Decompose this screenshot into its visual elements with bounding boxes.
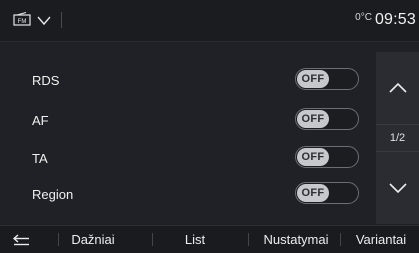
af-toggle[interactable]: OFF xyxy=(295,108,359,130)
status-area: 0°C 09:53 xyxy=(355,11,416,31)
page-indicator: 1/2 xyxy=(376,124,419,152)
back-arrow-icon xyxy=(12,233,29,245)
toggle-knob: OFF xyxy=(297,70,329,88)
chevron-down-icon[interactable] xyxy=(37,13,51,26)
setting-label: Region xyxy=(32,187,74,202)
tab-divider xyxy=(340,233,341,246)
fm-label: FM xyxy=(18,19,27,25)
toggle-knob: OFF xyxy=(297,184,329,202)
tab-variantai[interactable]: Variantai xyxy=(343,226,419,253)
tab-divider xyxy=(152,233,153,246)
setting-label: TA xyxy=(32,151,48,166)
tab-nustatymai[interactable]: Nustatymai xyxy=(252,226,340,253)
setting-row-rds[interactable]: RDS OFF xyxy=(32,68,362,94)
chevron-down-icon xyxy=(388,183,407,194)
toggle-knob: OFF xyxy=(297,148,329,166)
tab-divider xyxy=(248,233,249,246)
setting-row-ta[interactable]: TA OFF xyxy=(32,146,362,172)
setting-row-region[interactable]: Region OFF xyxy=(32,182,362,208)
scroll-up-button[interactable] xyxy=(376,52,419,124)
setting-label: RDS xyxy=(32,73,60,88)
toggle-state: OFF xyxy=(301,187,325,199)
clock: 09:53 xyxy=(374,11,416,28)
outside-temperature: 0°C xyxy=(355,12,372,23)
scroll-column: 1/2 xyxy=(376,52,419,224)
fm-radio-icon[interactable]: FM xyxy=(13,12,33,26)
bottom-bar: Dažniai List Nustatymai Variantai xyxy=(0,225,419,253)
back-button[interactable] xyxy=(6,226,38,253)
toggle-state: OFF xyxy=(301,151,325,163)
top-divider xyxy=(61,12,62,28)
tab-daznai[interactable]: Dažniai xyxy=(60,226,126,253)
chevron-up-icon xyxy=(388,82,407,93)
scroll-down-button[interactable] xyxy=(376,152,419,224)
setting-label: AF xyxy=(32,113,49,128)
tab-list[interactable]: List xyxy=(160,226,230,253)
rds-toggle[interactable]: OFF xyxy=(295,68,359,90)
setting-row-af[interactable]: AF OFF xyxy=(32,108,362,134)
toggle-state: OFF xyxy=(301,113,325,125)
toggle-state: OFF xyxy=(301,73,325,85)
region-toggle[interactable]: OFF xyxy=(295,182,359,204)
top-bar: FM 0°C 09:53 xyxy=(0,0,419,42)
toggle-knob: OFF xyxy=(297,110,329,128)
ta-toggle[interactable]: OFF xyxy=(295,146,359,168)
tab-divider xyxy=(58,233,59,246)
